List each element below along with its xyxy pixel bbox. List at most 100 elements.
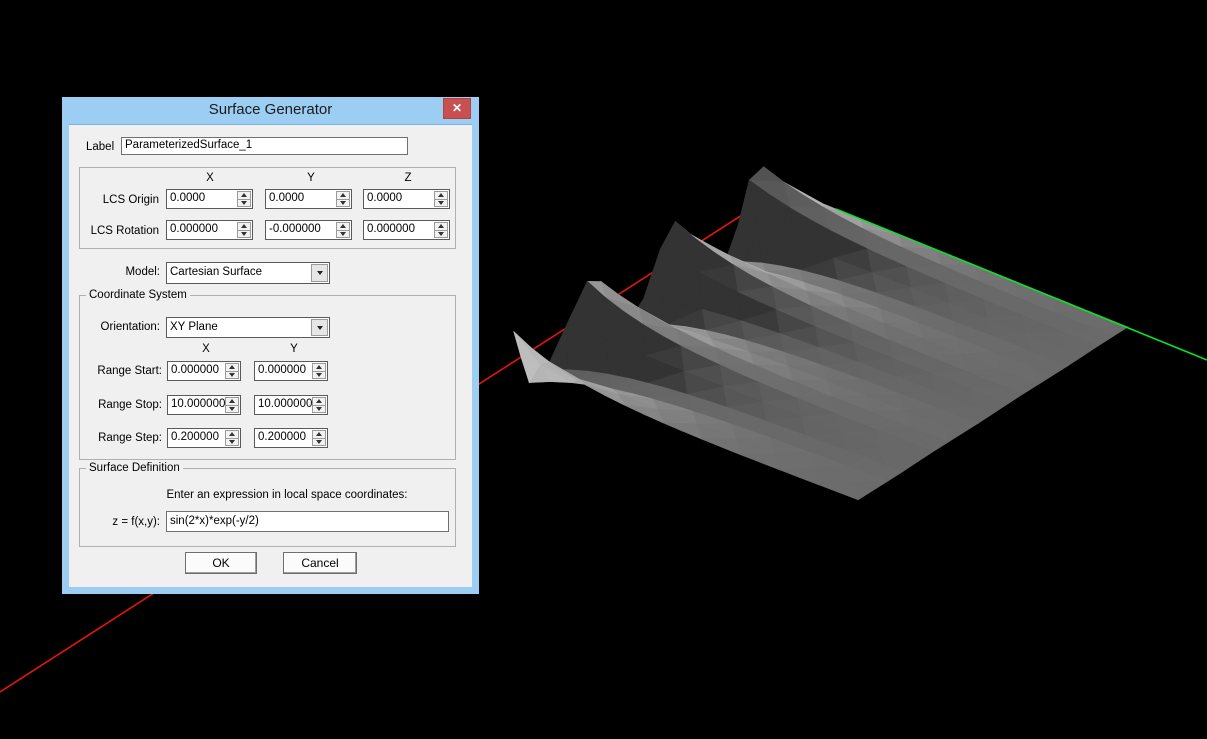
equation-caption: z = f(x,y): <box>112 516 160 528</box>
lcs-header-z: Z <box>404 172 412 184</box>
lcs-origin-x-spinner[interactable]: 0.0000 <box>166 189 253 209</box>
spin-down-button[interactable] <box>337 231 349 238</box>
chevron-down-icon <box>316 325 323 330</box>
spin-up-button[interactable] <box>313 431 325 439</box>
range-step-y-value[interactable]: 0.200000 <box>255 429 312 447</box>
spin-up-button[interactable] <box>226 364 238 372</box>
model-dropdown-value: Cartesian Surface <box>170 266 263 278</box>
dropdown-button[interactable] <box>311 264 328 282</box>
spin-up-button[interactable] <box>238 192 250 200</box>
spin-buttons <box>312 430 326 446</box>
range-stop-caption: Range Stop: <box>98 399 162 411</box>
spin-up-button[interactable] <box>226 431 238 439</box>
range-header-x: X <box>202 343 210 355</box>
range-stop-y-value[interactable]: 10.000000 <box>255 396 312 414</box>
label-caption: Label <box>86 141 115 153</box>
spin-down-button[interactable] <box>238 200 250 207</box>
close-button[interactable]: ✕ <box>443 98 471 119</box>
spin-down-button[interactable] <box>435 200 447 207</box>
arrow-up-icon <box>316 399 322 404</box>
cancel-button[interactable]: Cancel <box>283 552 357 574</box>
spin-down-button[interactable] <box>313 439 325 446</box>
arrow-up-icon <box>229 399 235 404</box>
lcs-rotation-z-spinner[interactable]: 0.000000 <box>363 220 450 240</box>
range-step-y-spinner[interactable]: 0.200000 <box>254 428 328 448</box>
lcs-origin-y-value[interactable]: 0.0000 <box>266 190 336 208</box>
arrow-down-icon <box>316 406 322 411</box>
dialog-client-area: Label ParameterizedSurface_1 X Y Z LCS O… <box>69 124 472 587</box>
arrow-up-icon <box>438 224 444 229</box>
spin-buttons <box>434 222 448 238</box>
lcs-rotation-y-spinner[interactable]: -0.000000 <box>265 220 352 240</box>
arrow-down-icon <box>241 200 247 205</box>
range-stop-x-value[interactable]: 10.000000 <box>168 396 225 414</box>
spin-up-button[interactable] <box>226 398 238 406</box>
spin-buttons <box>312 397 326 413</box>
expression-input[interactable]: sin(2*x)*exp(-y/2) <box>166 511 449 532</box>
dialog-title: Surface Generator <box>208 101 333 118</box>
arrow-up-icon <box>229 432 235 437</box>
range-start-caption: Range Start: <box>97 365 162 377</box>
spin-buttons <box>237 222 251 238</box>
spin-buttons <box>336 222 350 238</box>
range-start-x-spinner[interactable]: 0.000000 <box>167 361 241 381</box>
range-start-y-spinner[interactable]: 0.000000 <box>254 361 328 381</box>
arrow-down-icon <box>340 231 346 236</box>
spin-down-button[interactable] <box>226 406 238 413</box>
spin-down-button[interactable] <box>313 406 325 413</box>
spin-down-button[interactable] <box>226 372 238 379</box>
spin-up-button[interactable] <box>313 398 325 406</box>
arrow-down-icon <box>241 231 247 236</box>
spin-down-button[interactable] <box>435 231 447 238</box>
spin-down-button[interactable] <box>238 231 250 238</box>
close-icon: ✕ <box>451 101 463 115</box>
arrow-up-icon <box>241 193 247 198</box>
orientation-dropdown[interactable]: XY Plane <box>166 317 330 338</box>
surface-generator-dialog: Surface Generator ✕ Label ParameterizedS… <box>62 97 479 594</box>
lcs-origin-x-value[interactable]: 0.0000 <box>167 190 237 208</box>
lcs-rotation-x-spinner[interactable]: 0.000000 <box>166 220 253 240</box>
range-stop-x-spinner[interactable]: 10.000000 <box>167 395 241 415</box>
lcs-rotation-x-value[interactable]: 0.000000 <box>167 221 237 239</box>
range-stop-y-spinner[interactable]: 10.000000 <box>254 395 328 415</box>
arrow-down-icon <box>316 439 322 444</box>
spin-up-button[interactable] <box>337 192 349 200</box>
spin-up-button[interactable] <box>435 223 447 231</box>
lcs-origin-z-value[interactable]: 0.0000 <box>364 190 434 208</box>
spin-down-button[interactable] <box>337 200 349 207</box>
arrow-down-icon <box>438 200 444 205</box>
spin-buttons <box>434 191 448 207</box>
range-start-x-value[interactable]: 0.000000 <box>168 362 225 380</box>
model-dropdown[interactable]: Cartesian Surface <box>166 262 330 284</box>
spin-buttons <box>237 191 251 207</box>
lcs-origin-y-spinner[interactable]: 0.0000 <box>265 189 352 209</box>
spin-down-button[interactable] <box>226 439 238 446</box>
range-step-x-spinner[interactable]: 0.200000 <box>167 428 241 448</box>
arrow-up-icon <box>316 365 322 370</box>
spin-up-button[interactable] <box>337 223 349 231</box>
range-step-x-value[interactable]: 0.200000 <box>168 429 225 447</box>
spin-up-button[interactable] <box>238 223 250 231</box>
spin-buttons <box>312 363 326 379</box>
spin-buttons <box>225 397 239 413</box>
lcs-origin-caption: LCS Origin <box>102 194 159 206</box>
chevron-down-icon <box>316 271 323 275</box>
ok-button[interactable]: OK <box>185 552 257 574</box>
range-start-y-value[interactable]: 0.000000 <box>255 362 312 380</box>
lcs-rotation-z-value[interactable]: 0.000000 <box>364 221 434 239</box>
coordinate-system-legend: Coordinate System <box>86 289 190 301</box>
arrow-down-icon <box>340 200 346 205</box>
dropdown-button[interactable] <box>311 319 328 336</box>
lcs-rotation-y-value[interactable]: -0.000000 <box>266 221 336 239</box>
orientation-caption: Orientation: <box>100 321 160 333</box>
spin-down-button[interactable] <box>313 372 325 379</box>
dialog-titlebar[interactable]: Surface Generator ✕ <box>62 97 479 124</box>
surface-definition-groupbox <box>79 468 456 547</box>
spin-up-button[interactable] <box>313 364 325 372</box>
spin-up-button[interactable] <box>435 192 447 200</box>
arrow-down-icon <box>229 439 235 444</box>
lcs-header-y: Y <box>307 172 315 184</box>
surface-definition-legend: Surface Definition <box>86 462 183 474</box>
label-input[interactable]: ParameterizedSurface_1 <box>121 137 408 155</box>
lcs-origin-z-spinner[interactable]: 0.0000 <box>363 189 450 209</box>
